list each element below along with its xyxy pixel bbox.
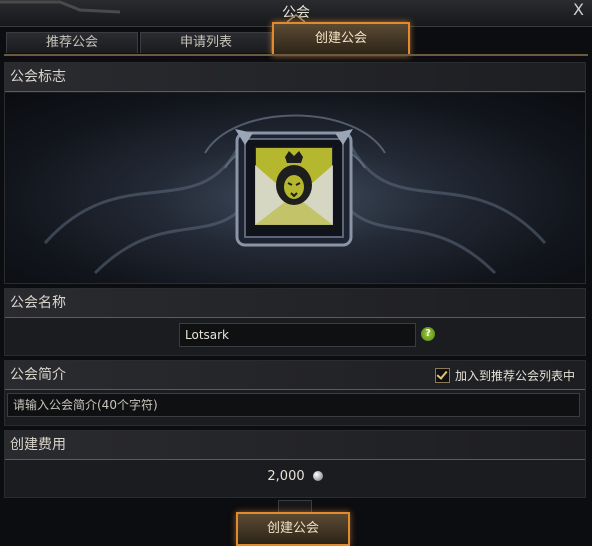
name-section-header: 公会名称 xyxy=(5,289,585,318)
guild-emblem-lion-icon[interactable] xyxy=(255,147,333,225)
emblem-section-header: 公会标志 xyxy=(5,63,585,92)
question-icon[interactable]: ? xyxy=(421,327,435,341)
tab-recommended-guilds[interactable]: 推荐公会 xyxy=(6,32,138,53)
creation-cost: 2,000 xyxy=(5,469,585,484)
tab-create-guild[interactable]: 创建公会 xyxy=(272,22,410,56)
cost-amount: 2,000 xyxy=(267,469,305,484)
recommend-checkbox[interactable]: 加入到推荐公会列表中 xyxy=(434,366,575,384)
tab-application-list[interactable]: 申请列表 xyxy=(140,32,272,53)
intro-panel: 公会简介 加入到推荐公会列表中 请输入公会简介(40个字符) xyxy=(4,360,586,426)
guild-name-input[interactable]: Lotsark xyxy=(179,323,416,347)
tab-divider xyxy=(4,54,588,56)
recommend-checkbox-label: 加入到推荐公会列表中 xyxy=(454,368,575,383)
guild-intro-input[interactable]: 请输入公会简介(40个字符) xyxy=(7,393,580,417)
cost-section-header: 创建费用 xyxy=(5,431,585,460)
checkbox-checked-icon[interactable] xyxy=(434,367,450,383)
tab-bar: 推荐公会 申请列表 创建公会 xyxy=(4,22,588,56)
silver-coin-icon xyxy=(312,471,323,481)
name-panel: 公会名称 Lotsark ? xyxy=(4,288,586,356)
emblem-panel: 公会标志 xyxy=(4,62,586,284)
close-button[interactable]: X xyxy=(573,0,584,19)
create-guild-button[interactable]: 创建公会 xyxy=(236,512,350,546)
emblem-frame xyxy=(5,93,585,283)
cost-panel: 创建费用 2,000 xyxy=(4,430,586,498)
